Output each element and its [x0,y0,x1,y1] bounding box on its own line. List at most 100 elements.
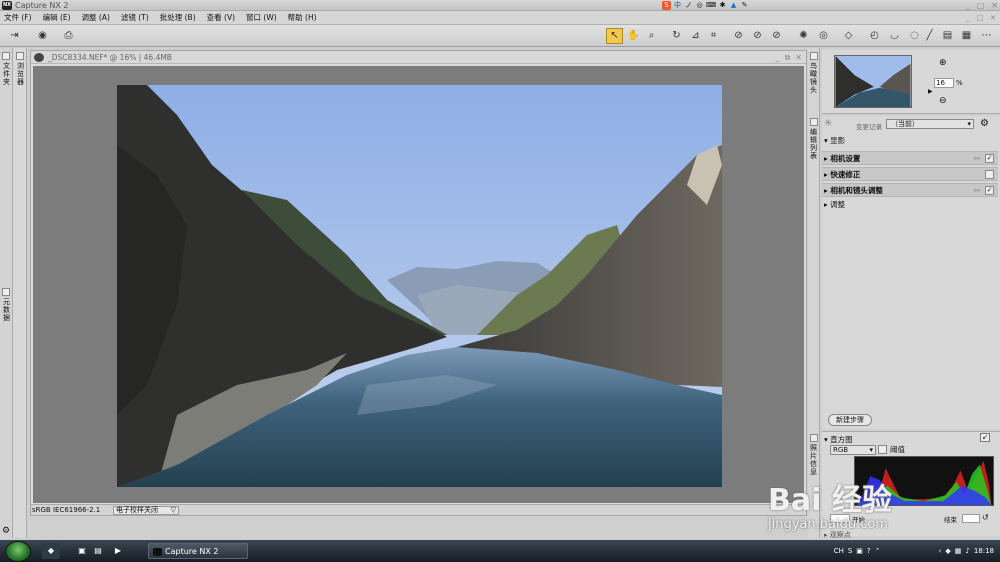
menu-batch[interactable]: 批处理 (B) [160,12,196,23]
folder-panel-tab[interactable]: 文件夹 [2,62,11,86]
hand-tool-icon[interactable]: ✋ [625,28,642,44]
metadata-panel-toggle[interactable] [2,288,10,296]
brush-icon[interactable]: ╱ [921,28,938,44]
menu-adjust[interactable]: 调整 (A) [82,12,110,23]
tray-spacer [885,540,935,562]
camera-icon[interactable]: ◉ [34,28,51,44]
tray-arrow-icon[interactable]: ⌃ [875,540,881,562]
rotate-icon[interactable]: ↻ [668,28,685,44]
menu-window[interactable]: 窗口 (W) [246,12,277,23]
browser-panel-toggle[interactable] [16,52,24,60]
straighten-icon[interactable]: ⊿ [687,28,704,44]
quicklaunch-icon[interactable]: ◆ [42,543,60,559]
folder-panel-toggle[interactable] [2,52,10,60]
doc-restore-icon[interactable]: □ [977,11,984,25]
step-quick-fix[interactable]: ▸ 快速修正 [822,167,998,181]
white-point-icon[interactable]: ⊘ [768,28,785,44]
edit-list-toggle[interactable] [810,118,818,126]
adjust-section[interactable]: ▸ 调整 [822,198,998,212]
show-desktop-icon[interactable]: ▣ [76,543,88,559]
metadata-panel-tab[interactable]: 元数据 [2,298,11,322]
menu-view[interactable]: 查看 (V) [207,12,235,23]
menu-help[interactable]: 帮助 (H) [288,12,317,23]
clock[interactable]: 18:18 [974,540,994,562]
ime-sogou-icon[interactable]: S [662,1,671,10]
doc-minimize-icon[interactable]: _ [966,11,970,25]
step-camera-lens[interactable]: ▸ 相机和镜头调整 ⚯ ✓ [822,183,998,197]
navigator-thumbnail[interactable] [834,55,912,108]
ime-shirt-icon[interactable]: ▲ [729,1,738,10]
hist-end-field[interactable] [962,514,980,523]
histogram-expand-icon[interactable]: ↙ [980,433,990,442]
photo-info-tab[interactable]: 照片信息 [809,444,818,476]
doc-tab-minimize-icon[interactable]: _ [776,51,780,64]
neutral-point-icon[interactable]: ⊘ [749,28,766,44]
start-button[interactable] [5,541,31,562]
threshold-checkbox[interactable] [878,445,887,454]
channel-dropdown[interactable]: RGB ▾ [830,445,876,455]
black-point-icon[interactable]: ⊘ [730,28,747,44]
soft-proof-dropdown[interactable]: 电子校样关闭 ▽ [113,506,179,515]
minimize-icon[interactable]: _ [966,0,970,11]
direct-select-tool-icon[interactable]: ↖ [606,28,623,44]
edit-options-gear-icon[interactable]: ⚙ [980,118,989,129]
doc-tab-restore-icon[interactable]: ⧉ [785,51,791,64]
photo-info-toggle[interactable] [810,434,818,442]
image-canvas[interactable] [33,66,804,503]
step-checkbox[interactable]: ✓ [985,186,994,195]
maximize-icon[interactable]: □ [977,0,985,11]
lasso-icon[interactable]: ◇ [840,28,857,44]
new-step-button[interactable]: 新建步骤 [828,414,872,426]
zoom-field[interactable]: 16 [934,78,954,88]
navigator-tab[interactable]: 鸟瞰镜头 [809,62,818,94]
menu-file[interactable]: 文件 (F) [4,12,32,23]
selection-brush-icon[interactable]: ◡ [886,28,903,44]
ime-chinese-mode[interactable]: 中 [673,1,682,10]
doc-tab-close-icon[interactable]: ✕ [795,51,802,64]
fill-icon[interactable]: ▦ [958,28,975,44]
help-icon[interactable]: ? [867,540,871,562]
ime-tray-icon[interactable]: S [848,540,852,562]
output-icon[interactable]: ⎙ [60,28,77,44]
network-icon[interactable]: ▦ [955,540,962,562]
crop-icon[interactable]: ⌗ [705,28,722,44]
browser-toggle-icon[interactable]: ⇥ [6,28,23,44]
tray-expand-icon[interactable]: ‹ [939,540,942,562]
security-icon[interactable]: ◆ [945,540,950,562]
reset-icon[interactable]: ↺ [982,513,989,522]
ime-tools-icon[interactable]: ✎ [740,1,749,10]
step-camera-settings[interactable]: ▸ 相机设置 ⚯ ✓ [822,151,998,165]
switch-windows-icon[interactable]: ▤ [92,543,104,559]
ime-keyboard-icon[interactable]: ⌨ [706,1,716,10]
step-checkbox[interactable] [985,170,994,179]
zoom-tool-icon[interactable]: ⌕ [643,28,660,44]
zoom-slider-handle[interactable]: ▶ [928,88,933,95]
red-eye-icon[interactable]: ✺ [795,28,812,44]
ime-skin-icon[interactable]: ✱ [718,1,727,10]
gradient-icon[interactable]: ▤ [939,28,956,44]
develop-section[interactable]: ▾ 显影 [822,134,998,148]
tray-app-icon[interactable]: ▣ [856,540,863,562]
version-dropdown[interactable]: （当前） ▾ [886,119,974,129]
volume-icon[interactable]: ♪ [965,540,969,562]
ime-fullwidth-icon[interactable]: ◎ [695,1,704,10]
media-player-icon[interactable]: ▶ [112,543,124,559]
taskbar-app-capture-nx[interactable]: Capture NX 2 [148,543,248,559]
settings-gear-icon[interactable]: ⚙ [2,526,10,536]
zoom-in-icon[interactable]: ⊕ [939,58,947,68]
browser-panel-tab[interactable]: 浏览器 [16,62,25,86]
control-point-icon[interactable]: ◴ [866,28,883,44]
navigator-toggle[interactable] [810,52,818,60]
language-indicator[interactable]: CH [834,540,844,562]
edit-list-tab[interactable]: 编辑列表 [809,128,818,160]
menu-filter[interactable]: 滤镜 (T) [121,12,149,23]
more-tools-icon[interactable]: ⋯ [978,28,995,44]
close-icon[interactable]: ✕ [991,0,998,11]
doc-close-icon[interactable]: ✕ [990,11,996,25]
auto-retouch-icon[interactable]: ◎ [815,28,832,44]
step-checkbox[interactable]: ✓ [985,154,994,163]
zoom-out-icon[interactable]: ⊖ [939,96,947,106]
menu-edit[interactable]: 编辑 (E) [43,12,71,23]
ime-punct-icon[interactable]: ノ [684,1,693,10]
histogram-header[interactable]: ▾ 直方图 [824,434,853,445]
